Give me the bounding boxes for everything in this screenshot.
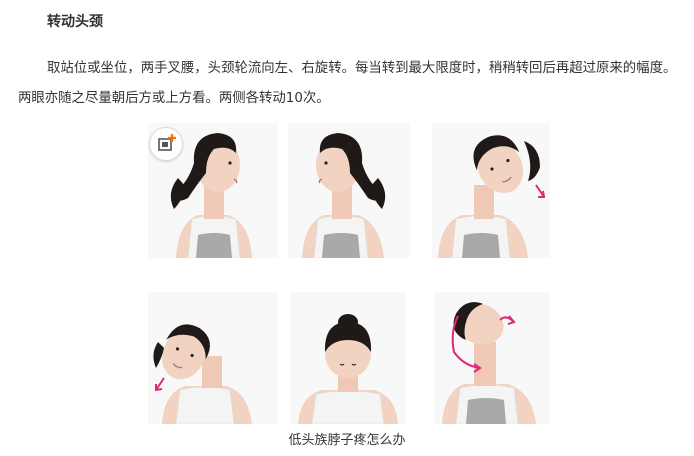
woman-bow-down-illustration — [290, 292, 406, 424]
photo-woman-rotating-head-up — [434, 292, 550, 424]
add-image-icon — [158, 134, 176, 151]
photo-woman-tilting-head-left — [148, 292, 278, 424]
woman-look-up-illustration — [434, 292, 550, 424]
article-heading: 转动头颈 — [47, 14, 103, 30]
exercise-photos-bottom-row — [148, 292, 550, 424]
paragraph-text: 取站位或坐位，两手叉腰，头颈轮流向左、右旋转。每当转到最大限度时，稍稍转回后再超… — [18, 61, 677, 106]
article-paragraph: 取站位或坐位，两手叉腰，头颈轮流向左、右旋转。每当转到最大限度时，稍稍转回后再超… — [18, 54, 680, 114]
photo-woman-turning-head-left — [288, 123, 410, 258]
photo-woman-bowing-head-down — [290, 292, 406, 424]
add-image-button[interactable] — [149, 127, 183, 161]
exercise-photos-top-row — [148, 123, 550, 258]
photo-woman-tilting-head-right — [432, 123, 550, 258]
image-caption: 低头族脖子疼怎么办 — [288, 433, 406, 448]
woman-profile-left-illustration — [288, 123, 410, 258]
woman-tilt-left-illustration — [148, 292, 278, 424]
woman-tilt-right-illustration — [432, 123, 550, 258]
